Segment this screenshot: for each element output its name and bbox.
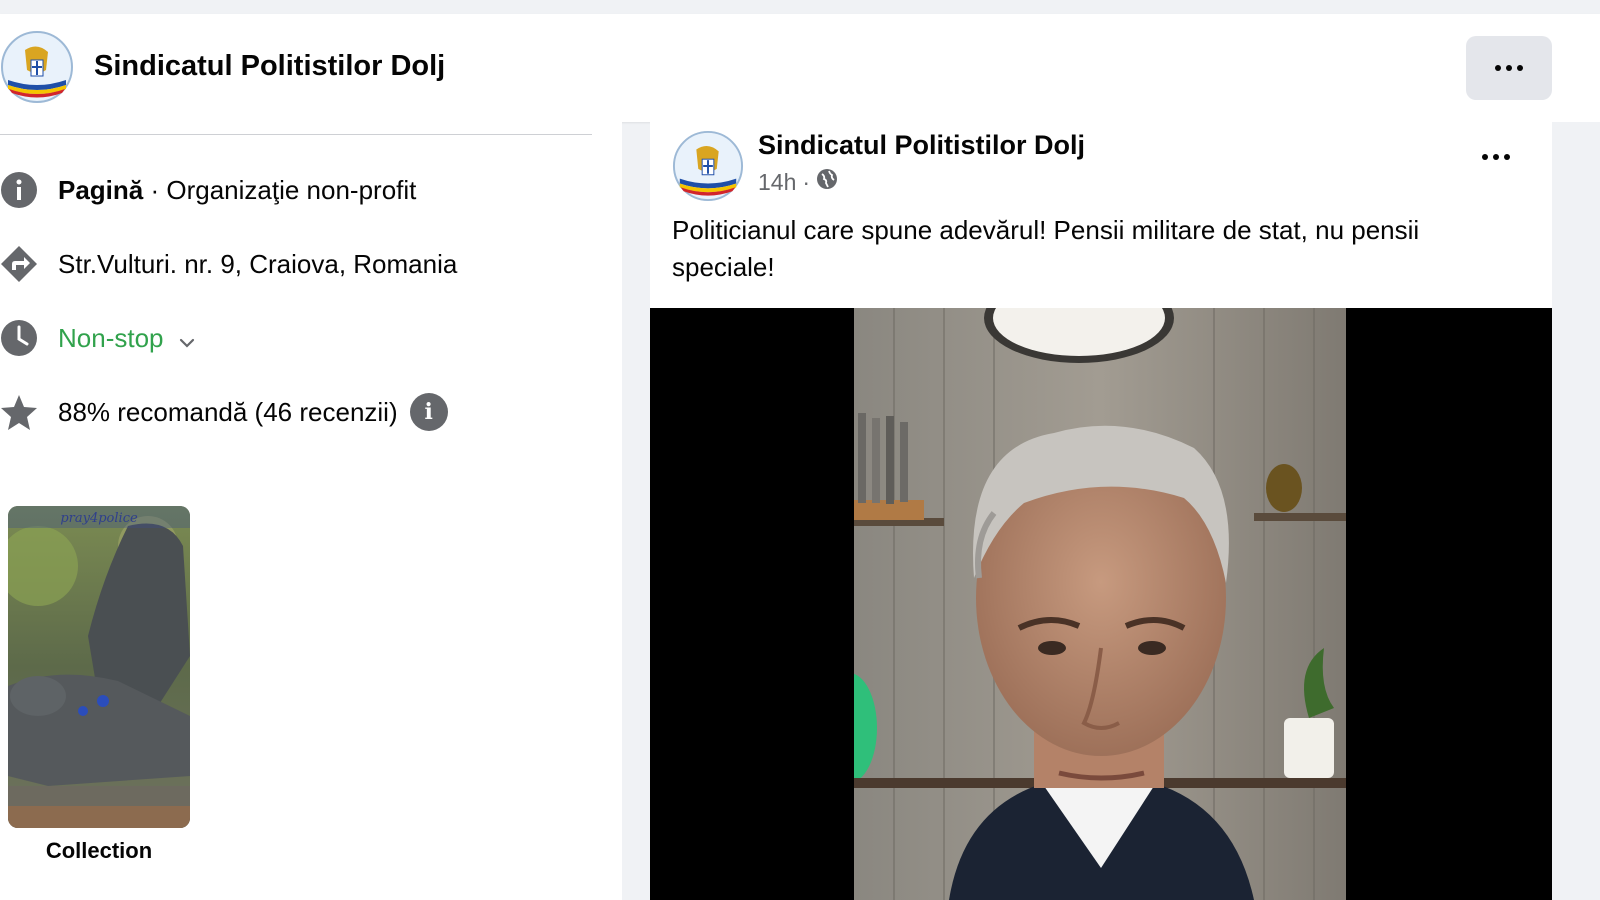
- category-text: · Organizaţie non-profit: [143, 174, 417, 205]
- post-text: Politicianul care spune adevărul! Pensii…: [672, 215, 1420, 282]
- thumbnail-caption: pray4police: [60, 511, 138, 526]
- post-card: Sindicatul Politistilor Dolj 14h · Polit…: [650, 122, 1552, 900]
- chevron-down-icon[interactable]: [178, 325, 196, 356]
- page-avatar[interactable]: [0, 30, 74, 104]
- hours-text[interactable]: Non-stop: [58, 323, 164, 354]
- address-text: Str.Vulturi. nr. 9, Craiova, Romania: [58, 248, 458, 279]
- divider: [0, 134, 592, 135]
- post-time[interactable]: 14h: [758, 169, 796, 196]
- more-dots-icon: [1495, 65, 1523, 71]
- directions-icon: [0, 245, 38, 283]
- address-row[interactable]: Str.Vulturi. nr. 9, Craiova, Romania: [0, 244, 457, 284]
- globe-icon: [816, 168, 838, 196]
- post-video[interactable]: [650, 308, 1552, 900]
- clock-icon: [0, 319, 38, 357]
- star-icon: [0, 393, 38, 431]
- collection-label[interactable]: Collection: [0, 838, 198, 864]
- page-title[interactable]: Sindicatul Politistilor Dolj: [94, 50, 445, 83]
- rating-info-icon[interactable]: i: [409, 393, 448, 431]
- rating-text: 88% recomandă (46 recenzii): [58, 396, 398, 427]
- page-header: Sindicatul Politistilor Dolj: [0, 14, 1600, 122]
- collection-thumbnail[interactable]: pray4police: [8, 506, 190, 828]
- video-frame: [854, 308, 1346, 900]
- post-more-button[interactable]: [1482, 154, 1510, 160]
- post-author-name[interactable]: Sindicatul Politistilor Dolj: [758, 130, 1085, 161]
- post-meta: 14h ·: [758, 168, 838, 196]
- hours-row[interactable]: Non-stop: [0, 318, 196, 358]
- category-prefix: Pagină: [58, 174, 144, 205]
- rating-row: 88% recomandă (46 recenzii) i: [0, 392, 448, 432]
- browser-top-strip: [0, 0, 1600, 14]
- category-row: Pagină · Organizaţie non-profit: [0, 170, 416, 210]
- post-author-avatar[interactable]: [672, 130, 744, 202]
- info-icon: [0, 171, 38, 209]
- intro-panel: Pagină · Organizaţie non-profit Str.Vult…: [0, 122, 622, 900]
- meta-separator: ·: [802, 168, 811, 195]
- more-dots-icon: [1482, 154, 1510, 160]
- page-more-button[interactable]: [1466, 36, 1552, 100]
- feed-background: [1552, 122, 1600, 900]
